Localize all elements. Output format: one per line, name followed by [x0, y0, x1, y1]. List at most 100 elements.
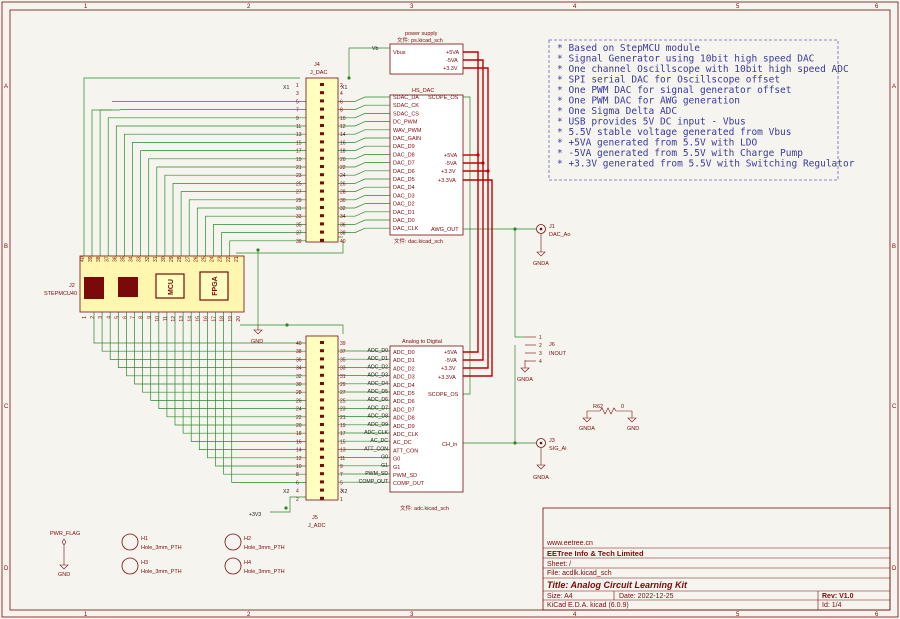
button-shape: [118, 277, 138, 297]
pwr-flag-gnd: GND: [58, 572, 70, 578]
wire: [270, 496, 306, 513]
j4-pin-number: 2: [340, 83, 343, 89]
j4-pin-pad: [320, 173, 324, 177]
adc-net-label: ADC_D3: [368, 373, 389, 379]
power-sheet-title: power supply: [405, 31, 438, 37]
j4-connector[interactable]: J4 J_DAC X1 X1 1357911131517192123252729…: [283, 62, 347, 245]
j4-pin-pad: [320, 124, 324, 127]
power-sheet-file: 文件: ps.kicad_sch: [397, 36, 443, 44]
j2-pin-number: 14: [187, 316, 193, 322]
wire: [205, 215, 306, 256]
j4-pin-pad: [320, 107, 324, 111]
adc-net-label: ADC_D9: [368, 422, 389, 428]
wire-junction: [285, 323, 289, 327]
adc-net-label: ADC_D2: [368, 364, 389, 370]
j5-pin-number: 16: [296, 439, 302, 445]
dac-sheet-pin: WAV_PWM: [393, 128, 422, 134]
wire: [148, 158, 306, 256]
j2-pin-number: 26: [193, 256, 199, 262]
j5-pin-number: 36: [296, 357, 302, 363]
wire: [338, 211, 390, 217]
title-id: Id: 1/4: [822, 602, 842, 609]
pwr-flag: PWR_FLAG GND: [50, 531, 80, 578]
j4-pin-number: 37: [296, 231, 302, 237]
dac-pin-3v3a: +3.3VA: [438, 178, 456, 184]
adc-sheet-pin: ADC_D1: [393, 358, 415, 364]
adc-sheet-pin: ADC_D9: [393, 424, 415, 430]
gnd-symbol: GND: [251, 325, 263, 345]
hole-h2-ref: H2: [244, 536, 251, 542]
j2-pin-number: 33: [137, 256, 143, 262]
j4-pin-number: 29: [296, 198, 302, 204]
j5-pin-number: 3: [340, 489, 343, 495]
adc-net-label: ATT_CON: [364, 446, 388, 452]
dac-sheet-pin: DC_PWM: [393, 120, 418, 126]
j2-pin-number: 28: [177, 256, 183, 262]
j4-pin-number: 17: [296, 149, 302, 155]
j4-x1-left: X1: [283, 85, 289, 91]
v33-power-label: +3V3: [249, 512, 261, 518]
adc-sheet-pin: ADC_D5: [393, 391, 415, 397]
adc-net-label: ADC_D0: [368, 348, 389, 354]
j5-pin-number: 39: [340, 341, 346, 347]
stepmcu-module[interactable]: J2 STEPMCU40 MCU FPGA 40 39 38 37 36 35 34 33 32…: [44, 255, 245, 322]
schematic-canvas: 112233445566A AB BC CD D * Based on StepMCU …: [1, 1, 899, 618]
wire: [115, 125, 306, 256]
j5-connector[interactable]: J5 J_ADC X2 X2 +3V3 40383634323028262422…: [249, 335, 347, 529]
wire: [124, 133, 306, 256]
dac-pin-scope-os: SCOPE_OS: [428, 95, 459, 101]
dac-pin-m5va: -5VA: [445, 161, 457, 167]
mcu-chip-label: MCU: [168, 279, 175, 295]
design-note-line: * +5VA generated from 5.5V with LDO: [557, 138, 757, 149]
j5-pin-number: 7: [340, 472, 343, 478]
j5-pin-pad: [320, 398, 324, 402]
j5-pin-pad: [320, 455, 324, 459]
j2-pin-number: 6: [123, 316, 129, 319]
adc-sheet-pin: G0: [393, 457, 400, 463]
hole-h4-value: Hole_3mm_PTH: [244, 569, 285, 575]
j5-pin-number: 23: [340, 407, 346, 413]
j2-pin-number: 25: [202, 256, 208, 262]
wire: [338, 104, 390, 110]
gnd-label: GND: [251, 339, 263, 345]
wire: [213, 224, 306, 256]
wire: [338, 121, 390, 127]
j4-pin-pad: [320, 156, 324, 160]
j4-pin-pad: [320, 206, 324, 209]
adc-net-label: AC_DC: [370, 438, 388, 444]
j3-bnc-connector[interactable]: J3 SIG_Ai GNDA: [533, 438, 566, 481]
j5-pin-pad: [320, 472, 324, 476]
adc-sheet-pin: ADC_D0: [393, 350, 415, 356]
j5-value: J_ADC: [308, 523, 325, 529]
j4-pin-number: 26: [340, 181, 346, 187]
wire-junction: [284, 506, 288, 510]
wire: [338, 203, 390, 209]
j4-pin-number: 19: [296, 157, 302, 163]
wire: [240, 324, 344, 334]
j5-pin-number: 8: [296, 472, 299, 478]
j5-pin-number: 20: [296, 423, 302, 429]
j2-pin-number: 30: [161, 256, 167, 262]
j4-pin-number: 10: [340, 116, 346, 122]
dac-sheet-pin: SDAC_CS: [393, 111, 419, 117]
hs-dac-sheet[interactable]: HS_DAC 文件: dac.kicad_sch SDAC_DA SDAC_CK S…: [389, 88, 464, 245]
wire: [338, 186, 390, 192]
j6-header[interactable]: 1 2 3 4 J6 INOUT GNDA: [517, 335, 567, 383]
frame-row-label-left: C: [4, 404, 9, 410]
adc-sheet-pin: AC_DC: [393, 440, 412, 446]
hole-h1-value: Hole_3mm_PTH: [141, 545, 182, 551]
j4-pin-number: 35: [296, 222, 302, 228]
adc-pin-m5va: -5VA: [445, 358, 457, 364]
j5-pin-number: 31: [340, 374, 346, 380]
adc-sheet[interactable]: Analog to Digital 文件: adc.kicad_sch ADC_…: [389, 339, 464, 512]
wire: [463, 96, 471, 395]
j4-pin-number: 11: [296, 124, 301, 130]
j5-pin-number: 11: [340, 456, 345, 462]
r62-resistor[interactable]: R62 0 GNDA GND: [579, 404, 639, 432]
j4-pin-number: 16: [340, 140, 346, 146]
fpga-chip-label: FPGA: [212, 276, 219, 295]
title-file: File: acdlk.kicad_sch: [547, 570, 612, 577]
j1-bnc-connector[interactable]: J1 DAC_Ao GNDA: [533, 224, 570, 267]
hole-h2-value: Hole_3mm_PTH: [244, 545, 285, 551]
power-supply-sheet[interactable]: power supply 文件: ps.kicad_sch Vbus +5VA …: [389, 31, 464, 75]
